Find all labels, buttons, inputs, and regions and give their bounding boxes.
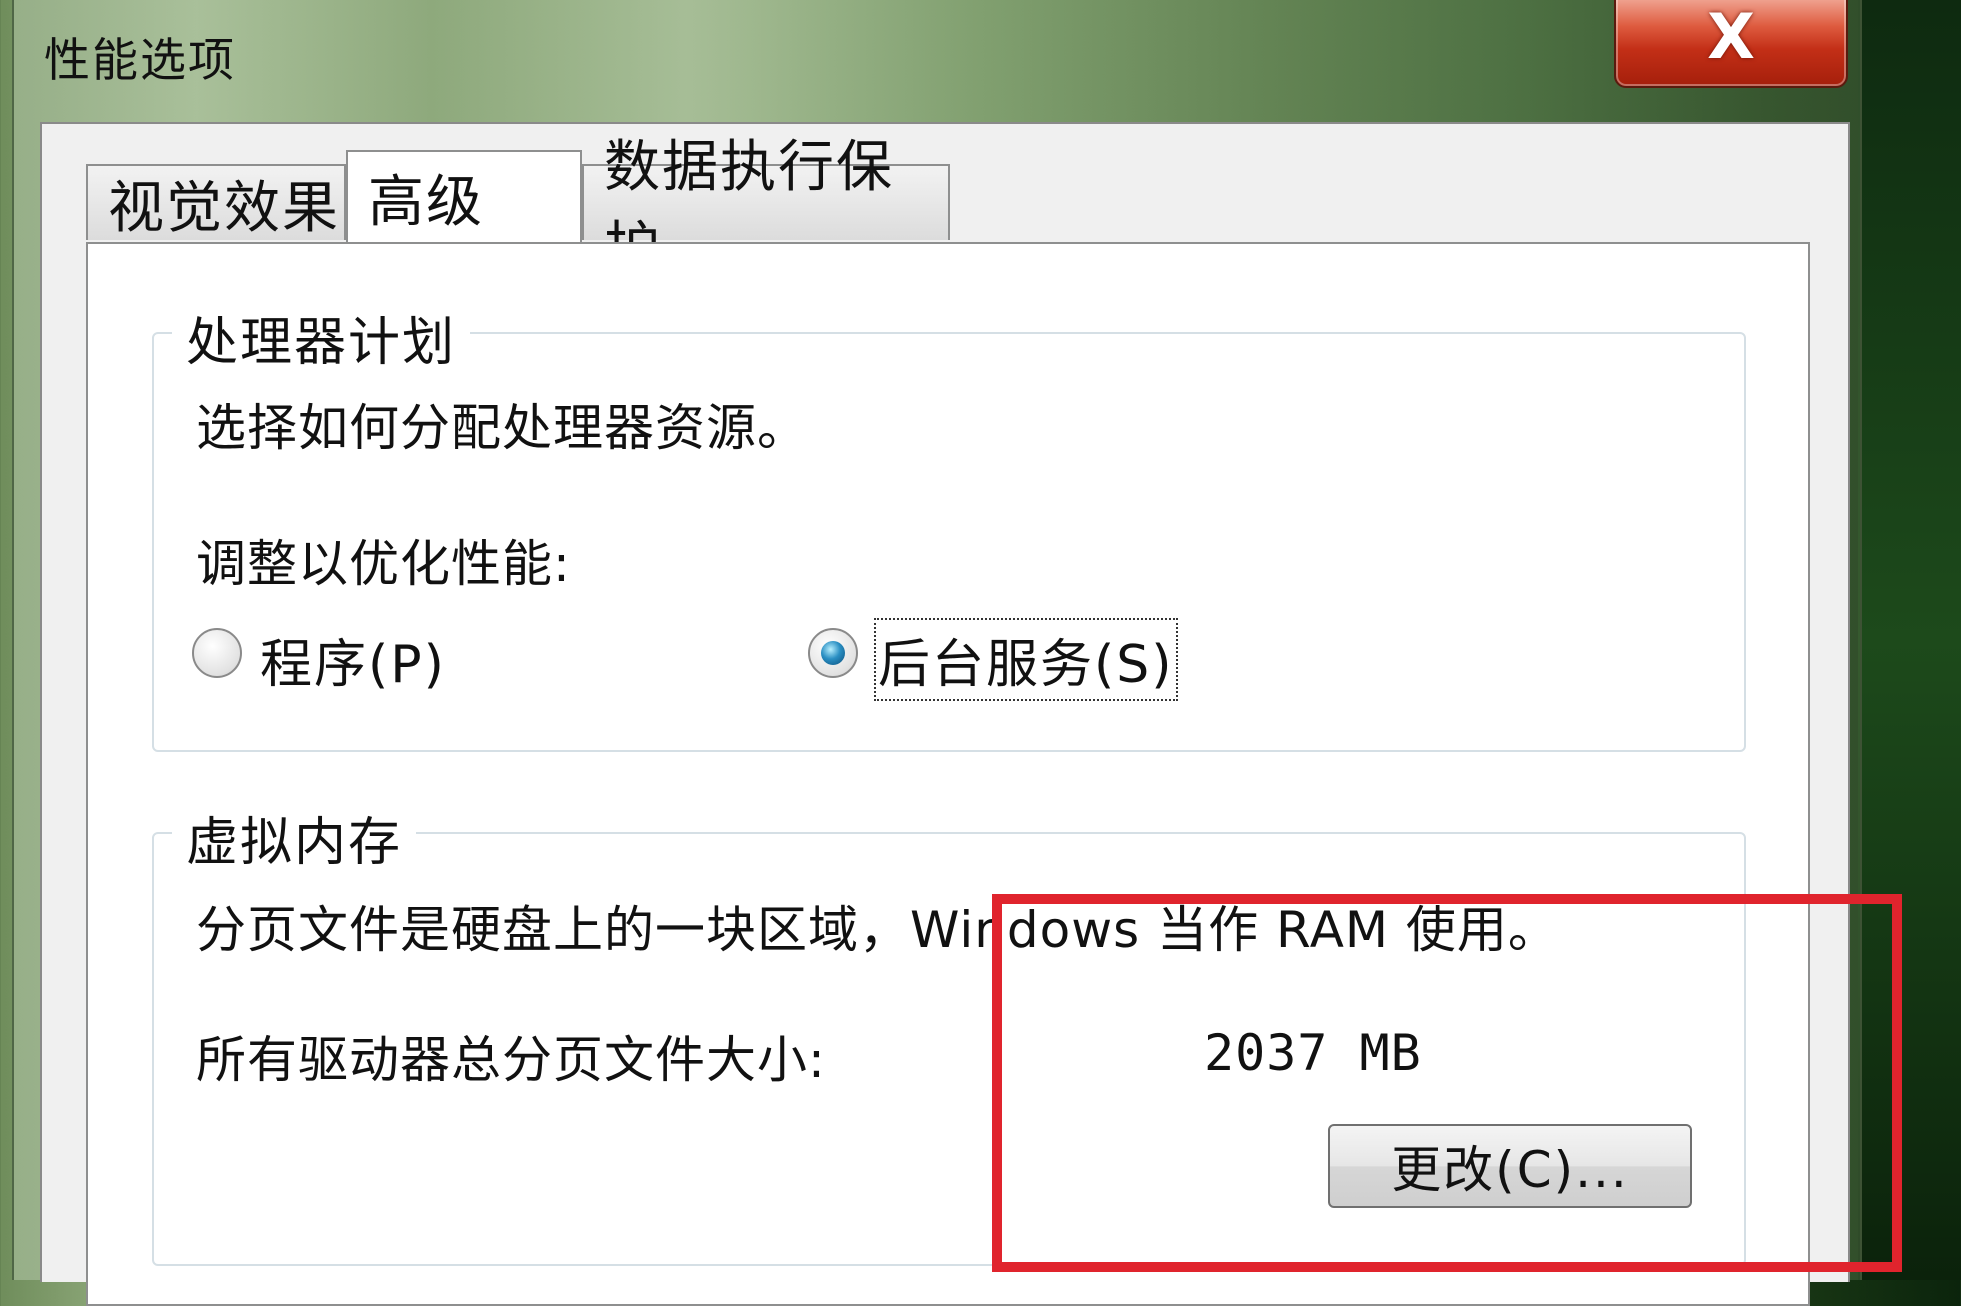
radio-programs[interactable]	[192, 628, 242, 678]
close-icon: X	[1707, 0, 1755, 73]
radio-background-services-label[interactable]: 后台服务(S)	[874, 618, 1178, 701]
virtual-memory-title: 虚拟内存	[172, 800, 417, 875]
red-highlight-annotation	[992, 894, 1902, 1272]
processor-scheduling-title: 处理器计划	[172, 300, 471, 375]
tab-advanced[interactable]: 高级	[346, 150, 582, 242]
adjust-label: 调整以优化性能:	[196, 535, 571, 593]
paging-file-total-label: 所有驱动器总分页文件大小:	[196, 1031, 826, 1089]
window-title: 性能选项	[44, 33, 236, 87]
radio-programs-label[interactable]: 程序(P)	[260, 622, 446, 697]
processor-description: 选择如何分配处理器资源。	[196, 399, 808, 457]
close-button[interactable]: X	[1614, 0, 1848, 88]
tab-data-execution-prevention[interactable]: 数据执行保护	[582, 135, 950, 281]
radio-background-services[interactable]	[808, 628, 858, 678]
tab-visual-effects[interactable]: 视觉效果	[86, 164, 346, 241]
